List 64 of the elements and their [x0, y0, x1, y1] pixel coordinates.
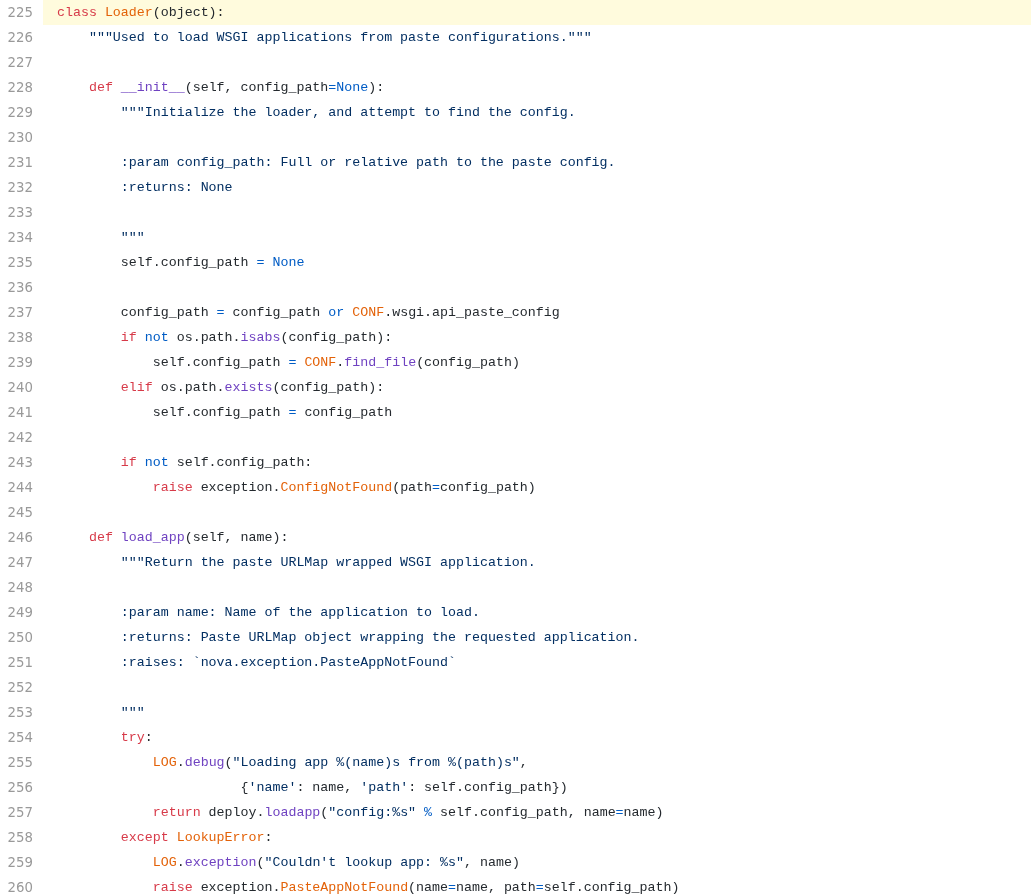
line-number: 252 — [6, 680, 34, 695]
line-number: 251 — [6, 655, 34, 670]
line-number: 243 — [6, 455, 34, 470]
line-number: 250 — [6, 630, 34, 645]
code-line: """Used to load WSGI applications from paste configurations.""" — [87, 30, 592, 45]
line-number: 238 — [6, 330, 34, 345]
code-line: :returns: None — [119, 180, 233, 195]
line-number: 239 — [6, 355, 34, 370]
line-number: 247 — [6, 555, 34, 570]
code-line: :returns: Paste URLMap object wrapping the requested application. — [119, 630, 640, 645]
code-line: try: — [119, 730, 153, 745]
code-line: except LookupError: — [119, 830, 273, 845]
code-line: :param name: Name of the application to load. — [119, 605, 480, 620]
line-number: 230 — [6, 130, 34, 145]
line-number: 260 — [6, 880, 34, 894]
line-number: 231 — [6, 155, 34, 170]
code-line: if not os.path.isabs(config_path): — [119, 330, 393, 345]
line-number: 256 — [6, 780, 34, 795]
line-number: 240 — [6, 380, 34, 395]
line-number: 259 — [6, 855, 34, 870]
code-line: raise exception.ConfigNotFound(path=config_path) — [151, 480, 536, 495]
code-line: self.config_path = CONF.find_file(config_path) — [151, 355, 520, 370]
code-line: raise exception.PasteAppNotFound(name=name, path=self.config_path) — [151, 880, 680, 894]
code-line: """Initialize the loader, and attempt to find the config. — [119, 105, 576, 120]
line-number: 258 — [6, 830, 34, 845]
line-number: 246 — [6, 530, 34, 545]
line-number: 236 — [6, 280, 34, 295]
code-line: self.config_path = config_path — [151, 405, 393, 420]
line-number: 225 — [6, 5, 34, 20]
code-line: if not self.config_path: — [119, 455, 313, 470]
line-number: 241 — [6, 405, 34, 420]
code-line: """Return the paste URLMap wrapped WSGI application. — [119, 555, 536, 570]
line-number: 253 — [6, 705, 34, 720]
code-line: :raises: `nova.exception.PasteAppNotFound` — [119, 655, 456, 670]
code-line: """ — [119, 705, 145, 720]
code-line: return deploy.loadapp("config:%s" % self.config_path, name=name) — [151, 805, 664, 820]
line-number: 242 — [6, 430, 34, 445]
line-number: 235 — [6, 255, 34, 270]
line-number: 233 — [6, 205, 34, 220]
code-line: class Loader(object): — [57, 5, 225, 20]
line-number: 234 — [6, 230, 34, 245]
code-line: LOG.exception("Couldn't lookup app: %s", name) — [151, 855, 520, 870]
code-line: def load_app(self, name): — [87, 530, 289, 545]
line-number: 244 — [6, 480, 34, 495]
code-line: {'name': name, 'path': self.config_path}) — [239, 780, 568, 795]
line-number: 249 — [6, 605, 34, 620]
code-line: self.config_path = None — [119, 255, 305, 270]
line-number: 254 — [6, 730, 34, 745]
code-line: elif os.path.exists(config_path): — [119, 380, 385, 395]
line-number: 228 — [6, 80, 34, 95]
line-number: 226 — [6, 30, 34, 45]
code-line: config_path = config_path or CONF.wsgi.api_paste_config — [119, 305, 560, 320]
line-number: 255 — [6, 755, 34, 770]
code-line: def __init__(self, config_path=None): — [87, 80, 385, 95]
line-number: 245 — [6, 505, 34, 520]
line-number: 229 — [6, 105, 34, 120]
line-number: 237 — [6, 305, 34, 320]
line-number: 248 — [6, 580, 34, 595]
code-line: :param config_path: Full or relative path to the paste config. — [119, 155, 616, 170]
line-number: 227 — [6, 55, 34, 70]
line-number: 232 — [6, 180, 34, 195]
code-line: LOG.debug("Loading app %(name)s from %(path)s", — [151, 755, 528, 770]
line-number: 257 — [6, 805, 34, 820]
code-line: """ — [119, 230, 145, 245]
